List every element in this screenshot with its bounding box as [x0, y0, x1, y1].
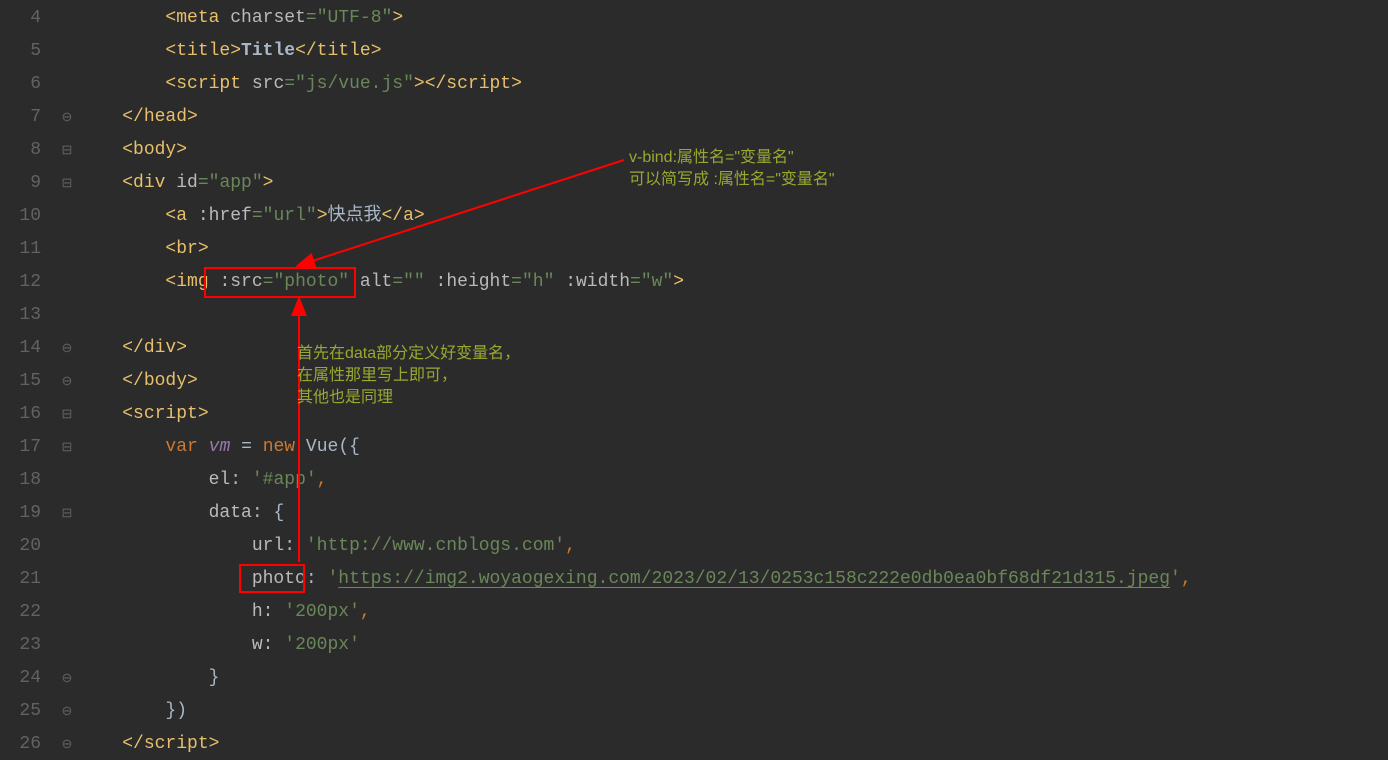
code-line[interactable]: </script>	[79, 728, 1388, 760]
code-line[interactable]: <br>	[79, 233, 1388, 266]
line-number: 18	[0, 464, 55, 497]
code-line[interactable]: photo: 'https://img2.woyaogexing.com/202…	[79, 563, 1388, 596]
code-line[interactable]: url: 'http://www.cnblogs.com',	[79, 530, 1388, 563]
fold-gutter: ⊖ ⊟ ⊟ ⊖ ⊖ ⊟ ⊟ ⊟ ⊖ ⊖ ⊖	[55, 0, 79, 760]
line-number: 12	[0, 266, 55, 299]
line-number: 14	[0, 332, 55, 365]
code-line[interactable]: <meta charset="UTF-8">	[79, 2, 1388, 35]
fold-toggle-icon[interactable]: ⊟	[55, 398, 79, 431]
code-line[interactable]: })	[79, 695, 1388, 728]
line-number: 10	[0, 200, 55, 233]
line-number: 19	[0, 497, 55, 530]
code-line[interactable]: <script>	[79, 398, 1388, 431]
fold-toggle-icon[interactable]: ⊖	[55, 101, 79, 134]
line-number: 6	[0, 68, 55, 101]
line-number: 16	[0, 398, 55, 431]
code-line[interactable]: var vm = new Vue({	[79, 431, 1388, 464]
fold-toggle-icon[interactable]: ⊖	[55, 695, 79, 728]
fold-toggle-icon[interactable]: ⊖	[55, 332, 79, 365]
line-number: 22	[0, 596, 55, 629]
fold-toggle-icon[interactable]: ⊟	[55, 431, 79, 464]
code-line[interactable]: <div id="app">	[79, 167, 1388, 200]
line-number: 4	[0, 2, 55, 35]
code-line[interactable]: w: '200px'	[79, 629, 1388, 662]
line-number: 8	[0, 134, 55, 167]
code-line[interactable]: h: '200px',	[79, 596, 1388, 629]
code-line[interactable]: el: '#app',	[79, 464, 1388, 497]
line-number: 13	[0, 299, 55, 332]
code-line[interactable]: <body>	[79, 134, 1388, 167]
code-line[interactable]: </div>	[79, 332, 1388, 365]
code-line[interactable]: <title>Title</title>	[79, 35, 1388, 68]
line-number: 21	[0, 563, 55, 596]
line-number: 9	[0, 167, 55, 200]
line-number: 23	[0, 629, 55, 662]
line-number: 7	[0, 101, 55, 134]
code-area[interactable]: <meta charset="UTF-8"> <title>Title</tit…	[79, 0, 1388, 760]
line-number: 15	[0, 365, 55, 398]
line-number: 11	[0, 233, 55, 266]
fold-toggle-icon[interactable]: ⊖	[55, 662, 79, 695]
line-number: 26	[0, 728, 55, 760]
code-line[interactable]: <a :href="url">快点我</a>	[79, 200, 1388, 233]
code-line[interactable]: </body>	[79, 365, 1388, 398]
code-editor[interactable]: 4 5 6 7 8 9 10 11 12 13 14 15 16 17 18 1…	[0, 0, 1388, 760]
code-line[interactable]: <script src="js/vue.js"></script>	[79, 68, 1388, 101]
fold-toggle-icon[interactable]: ⊖	[55, 365, 79, 398]
fold-toggle-icon[interactable]: ⊟	[55, 167, 79, 200]
code-line[interactable]	[79, 299, 1388, 332]
code-line[interactable]: </head>	[79, 101, 1388, 134]
code-line[interactable]: data: {	[79, 497, 1388, 530]
fold-toggle-icon[interactable]: ⊖	[55, 728, 79, 760]
fold-toggle-icon[interactable]: ⊟	[55, 134, 79, 167]
line-number-gutter: 4 5 6 7 8 9 10 11 12 13 14 15 16 17 18 1…	[0, 0, 55, 760]
code-line[interactable]: }	[79, 662, 1388, 695]
line-number: 24	[0, 662, 55, 695]
line-number: 25	[0, 695, 55, 728]
line-number: 5	[0, 35, 55, 68]
line-number: 20	[0, 530, 55, 563]
fold-toggle-icon[interactable]: ⊟	[55, 497, 79, 530]
code-line[interactable]: <img :src="photo" alt="" :height="h" :wi…	[79, 266, 1388, 299]
line-number: 17	[0, 431, 55, 464]
